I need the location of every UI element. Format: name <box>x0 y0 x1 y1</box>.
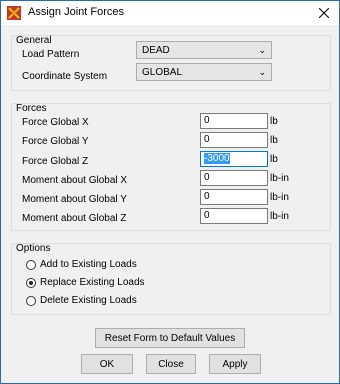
replace-existing-label[interactable]: Replace Existing Loads <box>40 277 145 288</box>
dialog-window: Assign Joint Forces General Load Pattern… <box>0 0 340 384</box>
reset-defaults-button[interactable]: Reset Form to Default Values <box>95 328 245 348</box>
moment-y-label: Moment about Global Y <box>22 194 127 205</box>
force-x-input[interactable]: 0 <box>200 113 268 129</box>
force-z-label: Force Global Z <box>22 156 89 167</box>
load-pattern-select[interactable]: DEAD ⌄ <box>136 41 272 59</box>
coordinate-system-value: GLOBAL <box>142 67 183 78</box>
moment-z-input[interactable]: 0 <box>200 208 268 224</box>
force-y-unit: lb <box>270 135 278 146</box>
moment-z-unit: lb-in <box>270 211 289 222</box>
moment-y-input[interactable]: 0 <box>200 189 268 205</box>
replace-existing-radio[interactable] <box>26 278 36 288</box>
ok-button[interactable]: OK <box>81 354 133 374</box>
title-bar[interactable]: Assign Joint Forces <box>1 1 339 25</box>
apply-button[interactable]: Apply <box>209 354 261 374</box>
chevron-down-icon: ⌄ <box>258 45 266 55</box>
force-x-unit: lb <box>270 116 278 127</box>
forces-group-title: Forces <box>16 103 47 114</box>
coordinate-system-label: Coordinate System <box>22 71 108 82</box>
moment-z-label: Moment about Global Z <box>22 213 127 224</box>
force-z-selected-text: -3000 <box>204 153 230 164</box>
general-group-title: General <box>16 35 52 46</box>
close-button[interactable]: Close <box>146 354 196 374</box>
add-to-existing-radio[interactable] <box>26 260 36 270</box>
moment-x-input[interactable]: 0 <box>200 170 268 186</box>
add-to-existing-label[interactable]: Add to Existing Loads <box>40 259 137 270</box>
moment-x-unit: lb-in <box>270 173 289 184</box>
options-group: Options Add to Existing Loads Replace Ex… <box>11 243 331 315</box>
options-group-title: Options <box>16 243 51 254</box>
close-icon <box>319 8 329 18</box>
close-window-button[interactable] <box>309 1 339 25</box>
delete-existing-label[interactable]: Delete Existing Loads <box>40 295 137 306</box>
force-z-unit: lb <box>270 154 278 165</box>
forces-group: Forces Force Global X 0 lb Force Global … <box>11 103 331 231</box>
load-pattern-value: DEAD <box>142 45 170 56</box>
force-y-label: Force Global Y <box>22 136 89 147</box>
window-title: Assign Joint Forces <box>28 6 124 18</box>
load-pattern-label: Load Pattern <box>22 49 80 60</box>
delete-existing-radio[interactable] <box>26 296 36 306</box>
app-logo-icon <box>7 6 21 20</box>
radio-selected-dot <box>29 281 33 285</box>
moment-y-unit: lb-in <box>270 192 289 203</box>
chevron-down-icon: ⌄ <box>258 67 266 77</box>
coordinate-system-select[interactable]: GLOBAL ⌄ <box>136 63 272 81</box>
force-z-input[interactable]: -3000 <box>200 151 268 167</box>
general-group: General Load Pattern DEAD ⌄ Coordinate S… <box>11 35 331 91</box>
force-x-label: Force Global X <box>22 117 89 128</box>
moment-x-label: Moment about Global X <box>22 175 128 186</box>
force-y-input[interactable]: 0 <box>200 132 268 148</box>
